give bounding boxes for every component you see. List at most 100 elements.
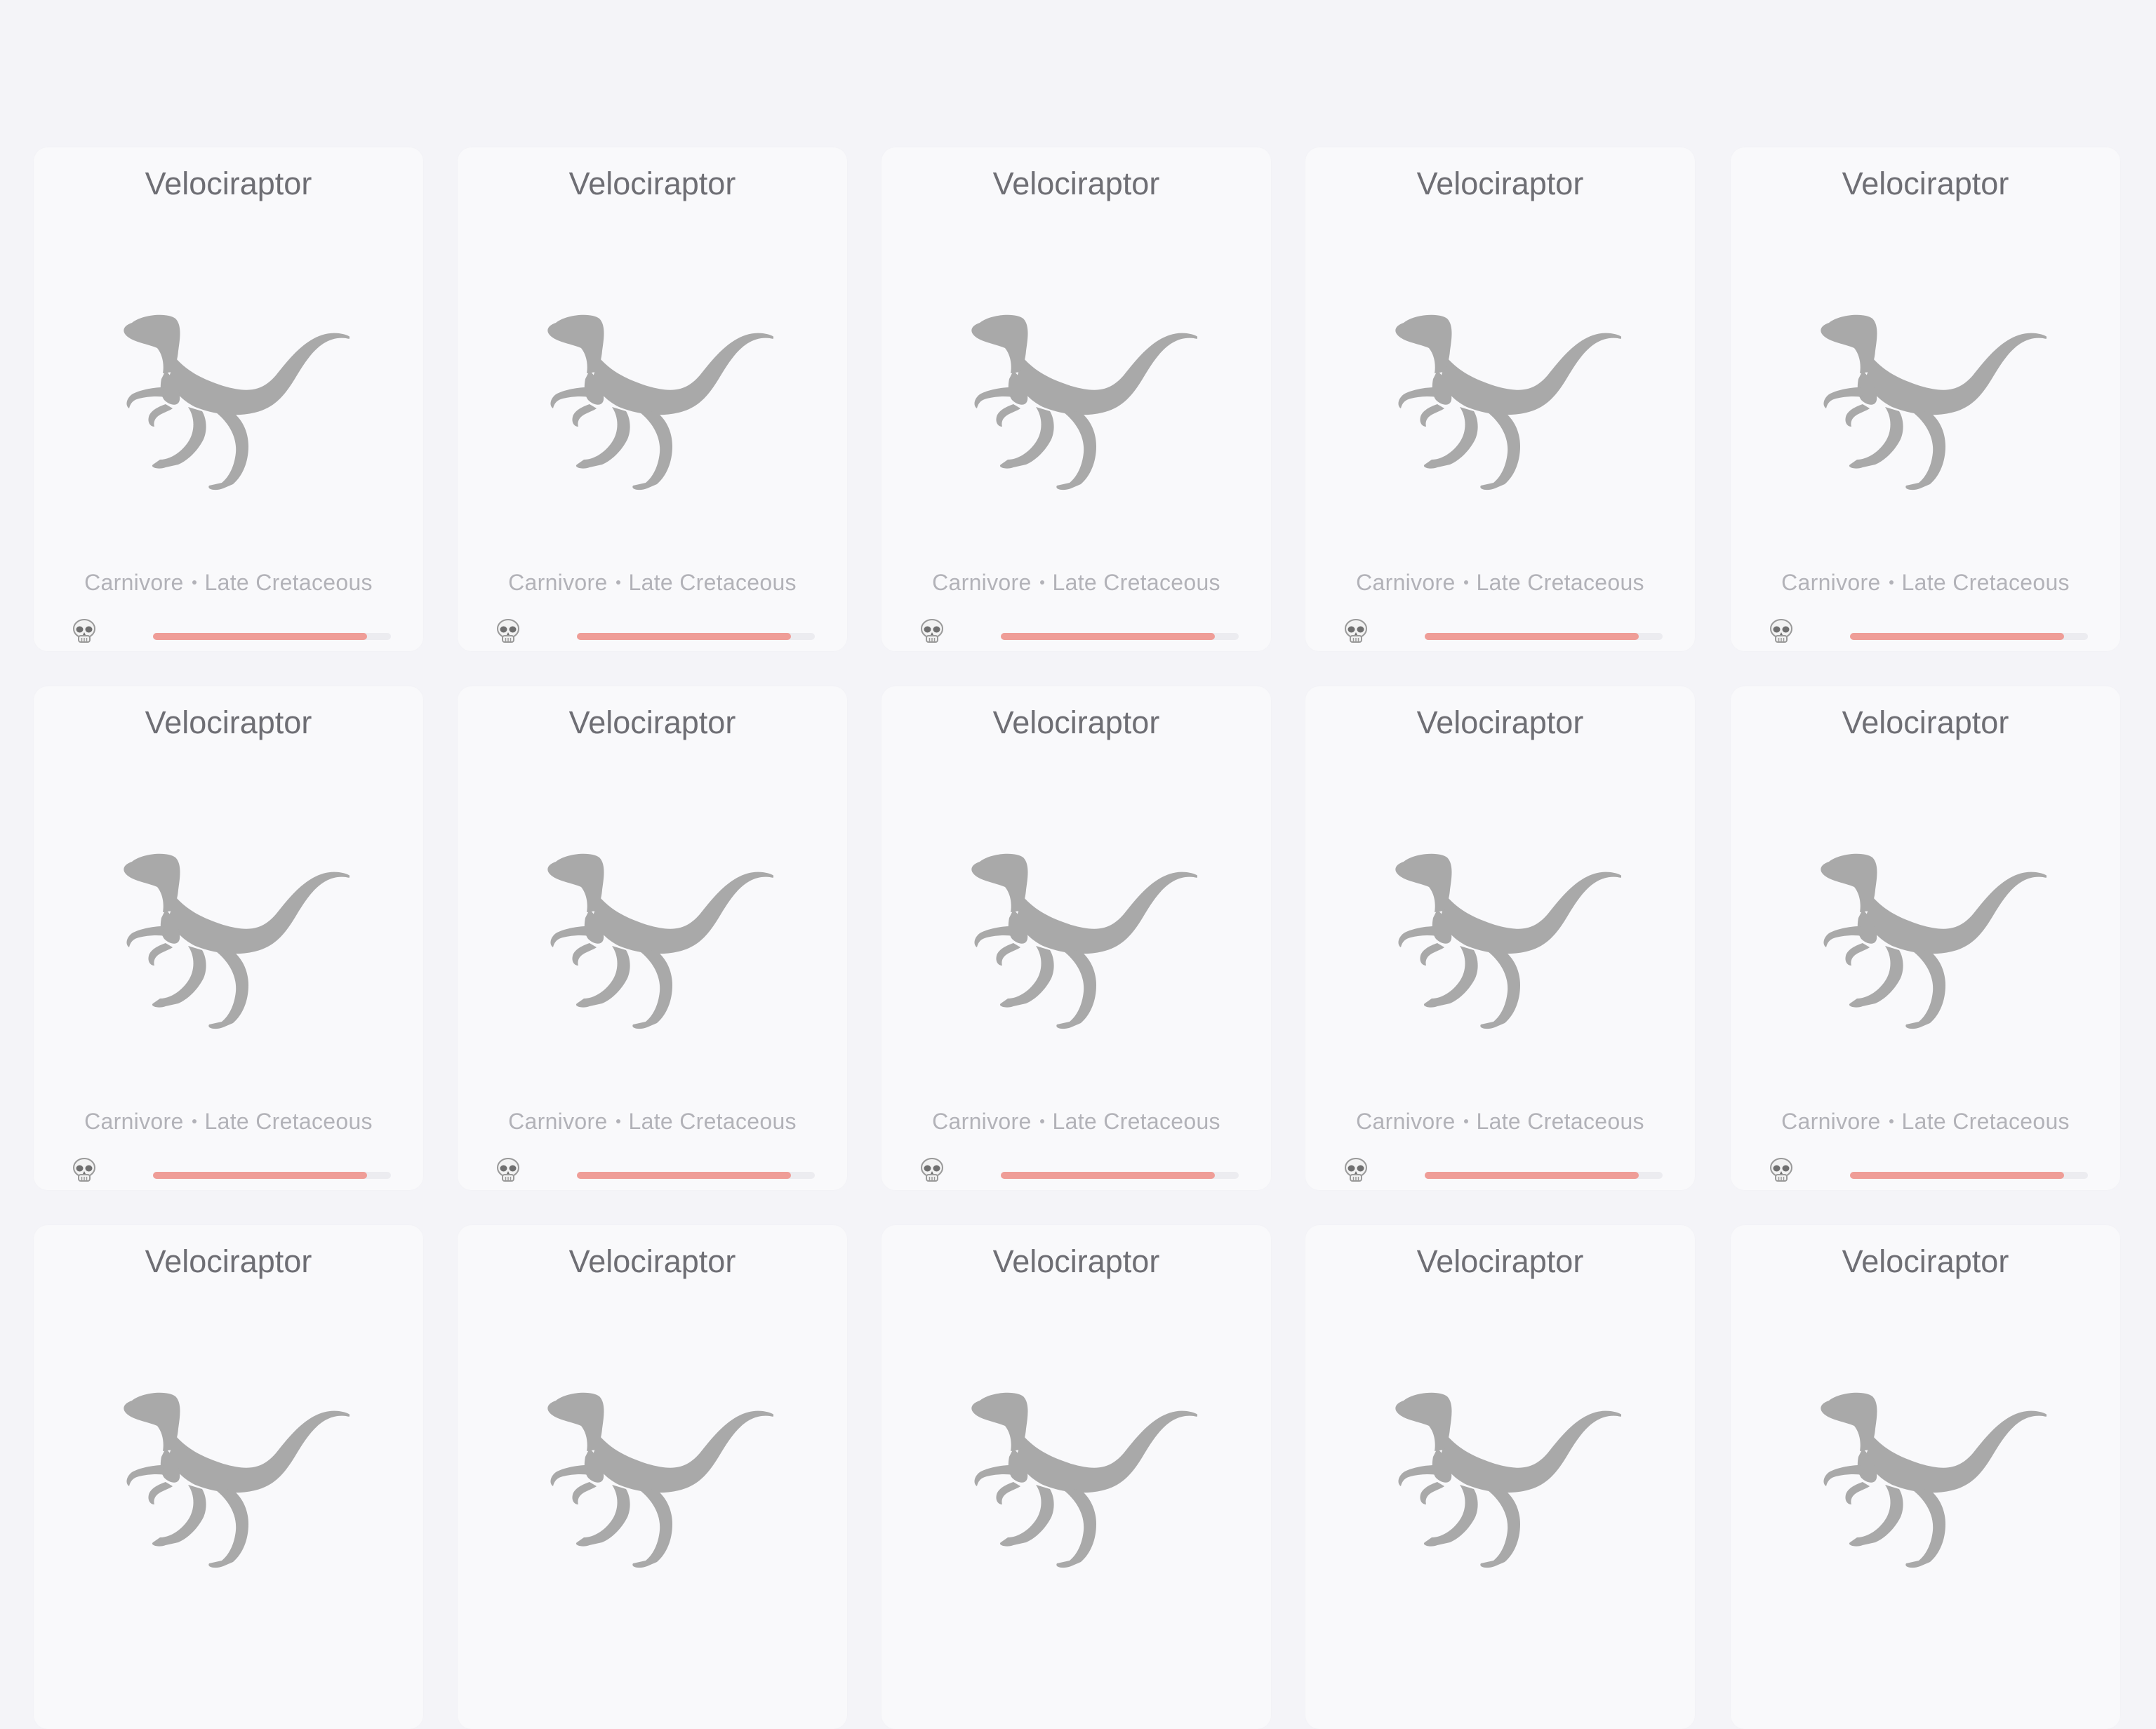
separator-dot [615,580,620,585]
velociraptor-silhouette-icon [971,314,1197,490]
period-label: Late Cretaceous [1476,1109,1644,1134]
diet-label: Carnivore [1356,1109,1456,1134]
extinction-progress-bar [1001,1172,1239,1179]
velociraptor-silhouette-icon [124,314,350,490]
period-label: Late Cretaceous [1052,570,1220,595]
card-meta: Carnivore Late Cretaceous [34,1107,423,1135]
diet-label: Carnivore [932,1109,1032,1134]
dinosaur-card[interactable]: Velociraptor Carnivore Late Cretaceous [34,686,423,1190]
dinosaur-name: Velociraptor [992,1243,1160,1279]
separator-dot [1889,580,1894,585]
dinosaur-name: Velociraptor [992,166,1160,201]
extinction-progress-fill [577,633,792,640]
diet-label: Carnivore [84,1109,184,1134]
extinction-progress-fill [153,633,368,640]
extinction-status [494,618,815,646]
dinosaur-name: Velociraptor [1842,705,2009,740]
extinction-progress-fill [1425,633,1639,640]
separator-dot [615,1119,620,1123]
skull-icon [1770,619,1792,643]
velociraptor-silhouette-icon [547,314,773,490]
dinosaur-card[interactable]: Velociraptor [881,1225,1271,1729]
extinction-progress-fill [1001,633,1216,640]
extinction-status [70,618,391,646]
extinction-progress-fill [1425,1172,1639,1179]
extinction-status [70,1156,391,1184]
extinction-status [1342,618,1663,646]
dinosaur-card[interactable]: Velociraptor Carnivore Late Cretaceous [34,147,423,651]
period-label: Late Cretaceous [1052,1109,1220,1134]
dinosaur-card[interactable]: Velociraptor Carnivore Late Cretaceous [881,147,1271,651]
dinosaur-name: Velociraptor [568,166,736,201]
velociraptor-silhouette-icon [971,1392,1197,1568]
dinosaur-name: Velociraptor [145,705,312,740]
dinosaur-card[interactable]: Velociraptor [1731,1225,2120,1729]
card-meta: Carnivore Late Cretaceous [881,568,1271,596]
extinction-progress-bar [1850,1172,2088,1179]
dinosaur-card[interactable]: Velociraptor Carnivore Late Cretaceous [458,686,847,1190]
extinction-status [1767,618,2088,646]
velociraptor-silhouette-icon [1395,853,1621,1029]
extinction-status [1342,1156,1663,1184]
dinosaur-card[interactable]: Velociraptor Carnivore Late Cretaceous [1731,686,2120,1190]
extinction-progress-fill [1850,633,2065,640]
dinosaur-name: Velociraptor [568,1243,736,1279]
dinosaur-name: Velociraptor [568,705,736,740]
velociraptor-silhouette-icon [1821,853,2047,1029]
dinosaur-card[interactable]: Velociraptor [458,1225,847,1729]
skull-icon [497,619,519,643]
skull-icon [921,1158,943,1182]
period-label: Late Cretaceous [628,1109,797,1134]
extinction-status [918,1156,1239,1184]
skull-icon [497,1158,519,1182]
extinction-status [918,618,1239,646]
dinosaur-name: Velociraptor [145,166,312,201]
separator-dot [1039,580,1044,585]
diet-label: Carnivore [1781,570,1881,595]
dinosaur-name: Velociraptor [1416,705,1584,740]
extinction-progress-bar [153,633,391,640]
extinction-progress-bar [1850,633,2088,640]
velociraptor-silhouette-icon [1395,314,1621,490]
velociraptor-silhouette-icon [124,1392,350,1568]
dinosaur-name: Velociraptor [1842,166,2009,201]
extinction-progress-bar [577,1172,815,1179]
dinosaur-name: Velociraptor [992,705,1160,740]
separator-dot [1463,580,1468,585]
period-label: Late Cretaceous [1901,1109,2070,1134]
velociraptor-silhouette-icon [1395,1392,1621,1568]
card-meta: Carnivore Late Cretaceous [1305,1107,1695,1135]
dinosaur-card[interactable]: Velociraptor Carnivore Late Cretaceous [458,147,847,651]
dinosaur-card[interactable]: Velociraptor Carnivore Late Cretaceous [1305,686,1695,1190]
dinosaur-name: Velociraptor [145,1243,312,1279]
dinosaur-name: Velociraptor [1416,166,1584,201]
velociraptor-silhouette-icon [124,853,350,1029]
card-meta: Carnivore Late Cretaceous [458,568,847,596]
dinosaur-card[interactable]: Velociraptor [34,1225,423,1729]
period-label: Late Cretaceous [204,1109,373,1134]
separator-dot [1039,1119,1044,1123]
skull-icon [1770,1158,1792,1182]
diet-label: Carnivore [84,570,184,595]
dinosaur-card[interactable]: Velociraptor Carnivore Late Cretaceous [881,686,1271,1190]
period-label: Late Cretaceous [1901,570,2070,595]
dinosaur-card[interactable]: Velociraptor [1305,1225,1695,1729]
diet-label: Carnivore [1356,570,1456,595]
extinction-progress-fill [1001,1172,1216,1179]
dinosaur-card[interactable]: Velociraptor Carnivore Late Cretaceous [1305,147,1695,651]
period-label: Late Cretaceous [628,570,797,595]
extinction-progress-fill [577,1172,792,1179]
skull-icon [1345,619,1367,643]
separator-dot [192,580,197,585]
diet-label: Carnivore [1781,1109,1881,1134]
card-meta: Carnivore Late Cretaceous [458,1107,847,1135]
card-meta: Carnivore Late Cretaceous [1731,1107,2120,1135]
dinosaur-name: Velociraptor [1842,1243,2009,1279]
dinosaur-card[interactable]: Velociraptor Carnivore Late Cretaceous [1731,147,2120,651]
card-meta: Carnivore Late Cretaceous [1731,568,2120,596]
card-meta: Carnivore Late Cretaceous [1305,568,1695,596]
extinction-progress-fill [153,1172,368,1179]
diet-label: Carnivore [508,1109,608,1134]
card-meta: Carnivore Late Cretaceous [34,568,423,596]
period-label: Late Cretaceous [1476,570,1644,595]
